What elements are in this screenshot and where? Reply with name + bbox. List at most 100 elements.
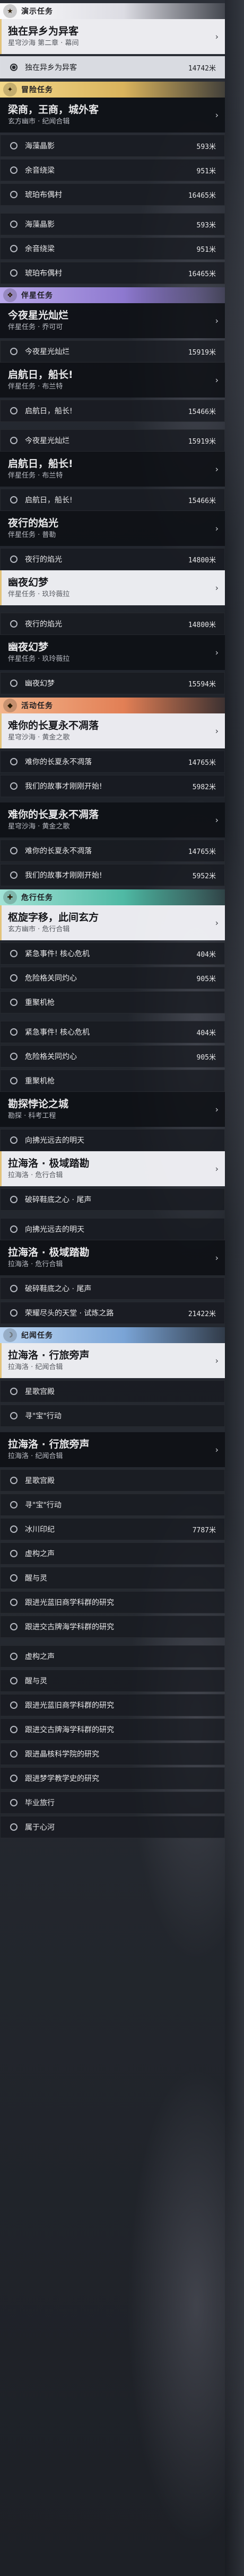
objective-row[interactable]: 危险格关同灼心 905米 xyxy=(0,967,225,989)
objective-row[interactable]: 跟进梦学教学史的研究 xyxy=(0,1767,225,1789)
objective-row[interactable]: 今夜星光灿烂 15919米 xyxy=(0,340,225,363)
expand-chevron-icon[interactable]: › xyxy=(215,1253,219,1263)
objective-row[interactable]: 向拂光远去的明天 xyxy=(0,1129,225,1151)
objective-row[interactable]: 难你的长夏永不凋落 14765米 xyxy=(0,840,225,862)
radio-icon[interactable] xyxy=(10,1028,18,1036)
radio-icon[interactable] xyxy=(10,950,18,957)
expand-chevron-icon[interactable]: › xyxy=(215,464,219,474)
mission-card[interactable]: 梁商，王商，城外客 玄方幽市 · 纪闻合辑 › xyxy=(0,98,225,133)
objective-row[interactable]: 属于心河 xyxy=(0,1816,225,1838)
radio-icon[interactable] xyxy=(10,1501,18,1508)
radio-icon[interactable] xyxy=(10,847,18,854)
radio-icon[interactable] xyxy=(10,64,18,71)
radio-icon[interactable] xyxy=(10,1196,18,1203)
radio-icon[interactable] xyxy=(10,1388,18,1395)
expand-chevron-icon[interactable]: › xyxy=(215,815,219,825)
mission-card[interactable]: 难你的长夏永不凋落 星穹沙海 · 黄金之歌 › xyxy=(0,802,225,837)
radio-icon[interactable] xyxy=(10,871,18,879)
objective-row[interactable]: 醒与灵 xyxy=(0,1670,225,1692)
expand-chevron-icon[interactable]: › xyxy=(215,648,219,658)
radio-icon[interactable] xyxy=(10,1726,18,1733)
radio-icon[interactable] xyxy=(10,1525,18,1533)
objective-row[interactable]: 启航日，船长! 15466米 xyxy=(0,489,225,511)
radio-icon[interactable] xyxy=(10,1285,18,1292)
section-header[interactable]: ◆ 活动任务 xyxy=(0,698,225,713)
radio-icon[interactable] xyxy=(10,1623,18,1630)
mission-card[interactable]: 独在异乡为异客 星穹沙海 第二章 · 幕间 › xyxy=(0,19,225,54)
radio-icon[interactable] xyxy=(10,142,18,149)
objective-row[interactable]: 紧急事件! 核心危机 404米 xyxy=(0,1021,225,1043)
section-header[interactable]: ✚ 危行任务 xyxy=(0,889,225,905)
mission-card[interactable]: 拉海洛 · 行旅旁声 拉海洛 · 纪闻合辑 › xyxy=(0,1432,225,1467)
objective-row[interactable]: 寻"宝"行动 xyxy=(0,1405,225,1427)
objective-row[interactable]: 寻"宝"行动 xyxy=(0,1494,225,1516)
expand-chevron-icon[interactable]: › xyxy=(215,110,219,120)
radio-icon[interactable] xyxy=(10,1053,18,1060)
mission-card[interactable]: 启航日，船长! 伴星任务 · 布兰特 › xyxy=(0,363,225,398)
objective-row[interactable]: 醒与灵 xyxy=(0,1567,225,1589)
mission-card[interactable]: 今夜星光灿烂 伴星任务 · 乔可可 › xyxy=(0,303,225,338)
radio-icon[interactable] xyxy=(10,1477,18,1484)
objective-row[interactable]: 虚构之声 xyxy=(0,1542,225,1565)
radio-icon[interactable] xyxy=(10,974,18,982)
objective-row[interactable]: 向拂光远去的明天 xyxy=(0,1218,225,1240)
radio-icon[interactable] xyxy=(10,437,18,444)
radio-icon[interactable] xyxy=(10,758,18,765)
expand-chevron-icon[interactable]: › xyxy=(215,1105,219,1115)
objective-row[interactable]: 毕业旅行 xyxy=(0,1792,225,1814)
section-header[interactable]: ☽ 纪闻任务 xyxy=(0,1327,225,1343)
radio-icon[interactable] xyxy=(10,1677,18,1684)
objective-row[interactable]: 我们的故事才刚刚开始! 5982米 xyxy=(0,775,225,797)
radio-icon[interactable] xyxy=(10,1599,18,1606)
radio-icon[interactable] xyxy=(10,407,18,414)
radio-icon[interactable] xyxy=(10,1574,18,1582)
radio-icon[interactable] xyxy=(10,166,18,174)
radio-icon[interactable] xyxy=(10,1412,18,1419)
objective-row[interactable]: 难你的长夏永不凋落 14765米 xyxy=(0,751,225,773)
radio-icon[interactable] xyxy=(10,191,18,198)
radio-icon[interactable] xyxy=(10,1550,18,1557)
radio-icon[interactable] xyxy=(10,245,18,252)
expand-chevron-icon[interactable]: › xyxy=(215,375,219,385)
objective-row[interactable]: 荣耀尽头的天堂 · 试炼之路 21422米 xyxy=(0,1302,225,1324)
objective-row[interactable]: 跟进晶核科学院的研究 xyxy=(0,1743,225,1765)
radio-icon[interactable] xyxy=(10,680,18,687)
radio-icon[interactable] xyxy=(10,1750,18,1758)
radio-icon[interactable] xyxy=(10,1225,18,1233)
mission-card[interactable]: 拉海洛 · 行旅旁声 拉海洛 · 纪闻合辑 › xyxy=(0,1343,225,1378)
objective-row[interactable]: 跟进交古牌海学科群的研究 xyxy=(0,1616,225,1638)
objective-row[interactable]: 破碎鞋底之心 · 尾声 xyxy=(0,1277,225,1300)
radio-icon[interactable] xyxy=(10,1136,18,1144)
mission-card[interactable]: 幽夜幻梦 伴星任务 · 玖玲薇拉 › xyxy=(0,570,225,605)
radio-icon[interactable] xyxy=(10,220,18,228)
expand-chevron-icon[interactable]: › xyxy=(215,918,219,928)
objective-row[interactable]: 海藻晶影 593米 xyxy=(0,135,225,157)
mission-card[interactable]: 拉海洛 · 极域踏勘 拉海洛 · 危行合辑 › xyxy=(0,1240,225,1275)
objective-row[interactable]: 星歌宫殿 xyxy=(0,1469,225,1492)
objective-row[interactable]: 今夜星光灿烂 15919米 xyxy=(0,429,225,452)
section-header[interactable]: ★ 演示任务 xyxy=(0,3,225,19)
expand-chevron-icon[interactable]: › xyxy=(215,524,219,534)
objective-row[interactable]: 琥珀布偶村 16465米 xyxy=(0,183,225,206)
expand-chevron-icon[interactable]: › xyxy=(215,583,219,593)
mission-card[interactable]: 难你的长夏永不凋落 星穹沙海 · 黄金之歌 › xyxy=(0,713,225,748)
radio-icon[interactable] xyxy=(10,1701,18,1709)
objective-row[interactable]: 跟进光蓝旧商学科群的研究 xyxy=(0,1694,225,1716)
objective-row[interactable]: 危险格关同灼心 905米 xyxy=(0,1045,225,1068)
mission-card[interactable]: 勘探悖论之城 勘探 · 科考工程 › xyxy=(0,1092,225,1127)
mission-card[interactable]: 拉海洛 · 极域踏勘 拉海洛 · 危行合辑 › xyxy=(0,1151,225,1186)
radio-icon[interactable] xyxy=(10,269,18,277)
radio-icon[interactable] xyxy=(10,782,18,790)
expand-chevron-icon[interactable]: › xyxy=(215,32,219,42)
radio-icon[interactable] xyxy=(10,1775,18,1782)
objective-row[interactable]: 跟进交古牌海学科群的研究 xyxy=(0,1718,225,1741)
expand-chevron-icon[interactable]: › xyxy=(215,726,219,736)
radio-icon[interactable] xyxy=(10,348,18,355)
objective-row[interactable]: 跟进光蓝旧商学科群的研究 xyxy=(0,1591,225,1613)
objective-row[interactable]: 余音绕梁 951米 xyxy=(0,237,225,260)
objective-row[interactable]: 夜行的焰光 14800米 xyxy=(0,548,225,570)
objective-row[interactable]: 海藻晶影 593米 xyxy=(0,213,225,235)
radio-icon[interactable] xyxy=(10,1823,18,1831)
radio-icon[interactable] xyxy=(10,555,18,563)
objective-row[interactable]: 冰川印纪 7787米 xyxy=(0,1518,225,1540)
